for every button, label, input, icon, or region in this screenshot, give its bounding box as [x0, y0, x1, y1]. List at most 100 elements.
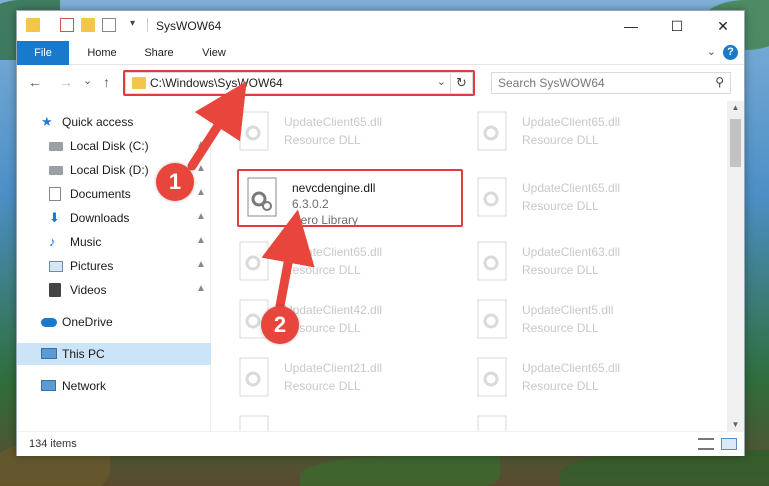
pin-icon: ▲ [196, 187, 206, 198]
ribbon-tabs: File Home Share View ⌄ ? [17, 41, 744, 65]
step-1-badge: 1 [156, 163, 194, 201]
back-button[interactable]: ← [28, 74, 42, 90]
tab-home[interactable]: Home [77, 41, 127, 65]
search-placeholder: Search SysWOW64 [498, 76, 605, 90]
sidebar-item-onedrive[interactable]: OneDrive [17, 311, 211, 333]
file-name: UpdateClient63.dll [522, 245, 621, 259]
file-description: Resource DLL [522, 199, 599, 213]
sidebar-item-label: OneDrive [62, 315, 113, 329]
scroll-down-icon[interactable]: ▼ [727, 420, 744, 429]
list-item[interactable]: UpdateClient65.dll Resource DLL [470, 107, 700, 157]
drive-icon [49, 166, 63, 175]
sidebar-item-label: Network [62, 379, 107, 393]
file-name: UpdateClient65.dll [522, 361, 621, 375]
sidebar-item-label: Quick access [62, 115, 134, 129]
sidebar-item-label: Music [70, 235, 102, 249]
dll-file-icon [476, 415, 510, 431]
dll-file-icon [476, 177, 510, 219]
tab-share[interactable]: Share [135, 41, 183, 65]
title-bar: ▾ SysWOW64 — ☐ ✕ [17, 11, 744, 41]
music-icon: ♪ [49, 234, 56, 249]
file-description: Resource DLL [522, 263, 599, 277]
dll-file-icon [476, 111, 510, 153]
properties-icon[interactable] [60, 18, 74, 32]
pin-icon: ▲ [196, 211, 206, 222]
tab-view[interactable]: View [191, 41, 237, 65]
network-icon [41, 380, 56, 391]
file-description: Resource DLL [284, 379, 361, 393]
file-description: Resource DLL [284, 133, 361, 147]
pin-icon: ▲ [196, 283, 206, 294]
dll-file-icon [476, 241, 510, 283]
sidebar-item-label: Downloads [70, 211, 130, 225]
list-item[interactable]: UpdateClient65.dll Resource DLL [470, 353, 700, 403]
list-item[interactable]: UpdateClient63.dll Resource DLL [470, 237, 700, 287]
pin-icon: ▲ [196, 163, 206, 174]
close-button[interactable]: ✕ [700, 11, 746, 41]
search-input[interactable]: Search SysWOW64 ⚲ [491, 72, 731, 94]
details-view-icon[interactable] [698, 438, 714, 450]
forward-button[interactable]: → [59, 74, 73, 90]
step-2-badge: 2 [261, 306, 299, 344]
list-item[interactable]: UpdateClient5.dll Resource DLL [470, 295, 700, 345]
large-icons-view-icon[interactable] [721, 438, 737, 450]
explorer-window: ▾ SysWOW64 — ☐ ✕ File Home Share View ⌄ … [16, 10, 745, 456]
file-list: UpdateClient65.dll Resource DLL UpdateCl… [212, 101, 727, 431]
sidebar-item-pictures[interactable]: Pictures ▲ [17, 255, 211, 277]
dll-file-icon [238, 241, 272, 283]
customize-toolbar-icon[interactable] [102, 18, 116, 32]
list-item[interactable]: UpdateClient65.dll Resource DLL [470, 173, 700, 223]
search-icon[interactable]: ⚲ [715, 75, 724, 89]
quick-access-dropdown-icon[interactable]: ▾ [130, 18, 144, 32]
pin-icon: ▲ [196, 259, 206, 270]
dll-file-icon [476, 299, 510, 341]
sidebar-item-label: Documents [70, 187, 131, 201]
help-icon[interactable]: ? [723, 45, 738, 60]
file-description: Resource DLL [522, 379, 599, 393]
sidebar-item-music[interactable]: ♪ Music ▲ [17, 231, 211, 253]
sidebar-item-quick-access[interactable]: ★ Quick access [17, 111, 211, 133]
sidebar-item-network[interactable]: Network [17, 375, 211, 397]
list-item[interactable]: UpdateClient65.dll Resource DLL [232, 107, 462, 157]
list-item[interactable]: UpdateClient65.dll Resource DLL [232, 237, 462, 287]
sidebar-item-label: Pictures [70, 259, 114, 273]
new-folder-icon[interactable] [81, 18, 95, 32]
cloud-icon [41, 318, 57, 327]
maximize-button[interactable]: ☐ [654, 11, 700, 41]
minimize-button[interactable]: — [608, 11, 654, 41]
tab-file[interactable]: File [17, 41, 69, 65]
file-description: Resource DLL [522, 133, 599, 147]
sidebar-item-label: Videos [70, 283, 107, 297]
folder-icon [26, 18, 40, 32]
recent-locations-icon[interactable]: ⌄ [83, 74, 92, 87]
file-description: Resource DLL [284, 263, 361, 277]
dll-file-icon [238, 415, 272, 431]
file-name: UpdateClient5.dll [522, 303, 614, 317]
vertical-scrollbar[interactable]: ▲ ▼ [727, 101, 744, 431]
pc-icon [41, 348, 57, 359]
pin-icon: ▲ [196, 235, 206, 246]
sidebar-item-downloads[interactable]: ⬇ Downloads ▲ [17, 207, 211, 229]
file-name: UpdateClient42.dll [284, 303, 383, 317]
scroll-up-icon[interactable]: ▲ [727, 103, 744, 112]
sidebar-item-label: Local Disk (C:) [70, 139, 149, 153]
item-count: 134 items [29, 438, 77, 450]
file-name: UpdateClient65.dll [284, 245, 383, 259]
title-separator [147, 18, 148, 32]
navigation-pane: ★ Quick access Local Disk (C:) ▲ Local D… [17, 101, 211, 431]
background-leaf [300, 456, 500, 486]
sidebar-item-local-disk-c[interactable]: Local Disk (C:) ▲ [17, 135, 211, 157]
up-button[interactable]: ↑ [103, 74, 110, 90]
dll-file-icon [238, 357, 272, 399]
dll-file-icon [476, 357, 510, 399]
list-item[interactable] [470, 411, 700, 431]
list-item[interactable] [232, 411, 462, 431]
file-name: UpdateClient21.dll [284, 361, 383, 375]
file-description: Resource DLL [522, 321, 599, 335]
file-name: UpdateClient65.dll [522, 115, 621, 129]
list-item[interactable]: UpdateClient21.dll Resource DLL [232, 353, 462, 403]
sidebar-item-videos[interactable]: Videos ▲ [17, 279, 211, 301]
sidebar-item-this-pc[interactable]: This PC [17, 343, 211, 365]
scrollbar-thumb[interactable] [730, 119, 741, 167]
expand-ribbon-icon[interactable]: ⌄ [707, 45, 716, 58]
